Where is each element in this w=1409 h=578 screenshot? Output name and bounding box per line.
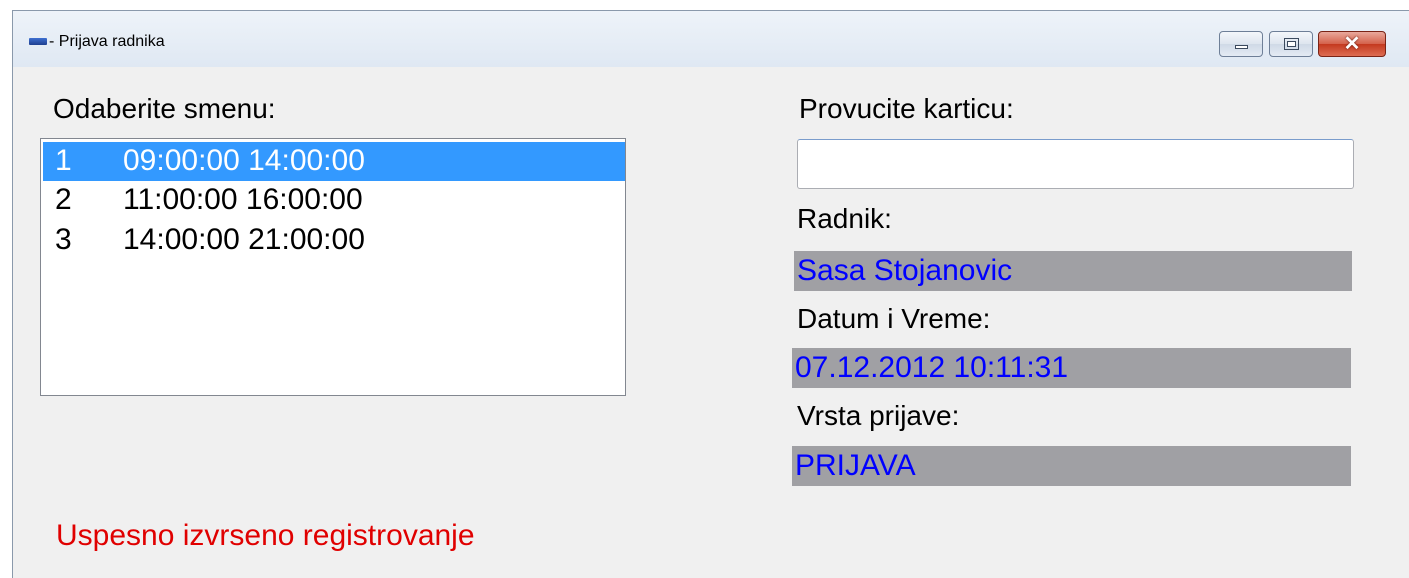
app-icon [29,38,47,45]
shift-row-3[interactable]: 3 14:00:00 21:00:00 [43,221,625,260]
maximize-icon [1284,38,1299,50]
worker-label: Radnik: [797,203,892,234]
window-title: - Prijava radnika [49,33,165,50]
shift-number: 2 [55,183,72,216]
shift-listbox[interactable]: 1 09:00:00 14:00:00 2 11:00:00 16:00:00 … [40,138,626,396]
card-input[interactable] [797,139,1354,189]
entry-type-value: PRIJAVA [792,446,1351,486]
status-message: Uspesno izvrseno registrovanje [56,519,475,552]
datetime-label: Datum i Vreme: [797,303,991,334]
minimize-icon [1235,45,1248,49]
shift-time: 14:00:00 21:00:00 [123,223,365,256]
shift-label: Odaberite smenu: [53,93,276,124]
shift-row-2[interactable]: 2 11:00:00 16:00:00 [43,181,625,220]
maximize-button[interactable] [1269,31,1313,57]
shift-time: 09:00:00 14:00:00 [123,144,365,177]
entry-type-label: Vrsta prijave: [797,400,960,431]
title-bar[interactable]: - Prijava radnika ✕ [13,11,1409,67]
close-icon: ✕ [1343,33,1361,55]
minimize-button[interactable] [1219,31,1263,57]
shift-row-1[interactable]: 1 09:00:00 14:00:00 [43,142,625,181]
shift-time: 11:00:00 16:00:00 [123,183,363,216]
datetime-value: 07.12.2012 10:11:31 [792,348,1351,388]
card-label: Provucite karticu: [799,93,1014,124]
worker-value: Sasa Stojanovic [794,251,1352,291]
close-button[interactable]: ✕ [1318,31,1386,57]
shift-number: 3 [55,223,72,256]
shift-number: 1 [55,144,72,177]
